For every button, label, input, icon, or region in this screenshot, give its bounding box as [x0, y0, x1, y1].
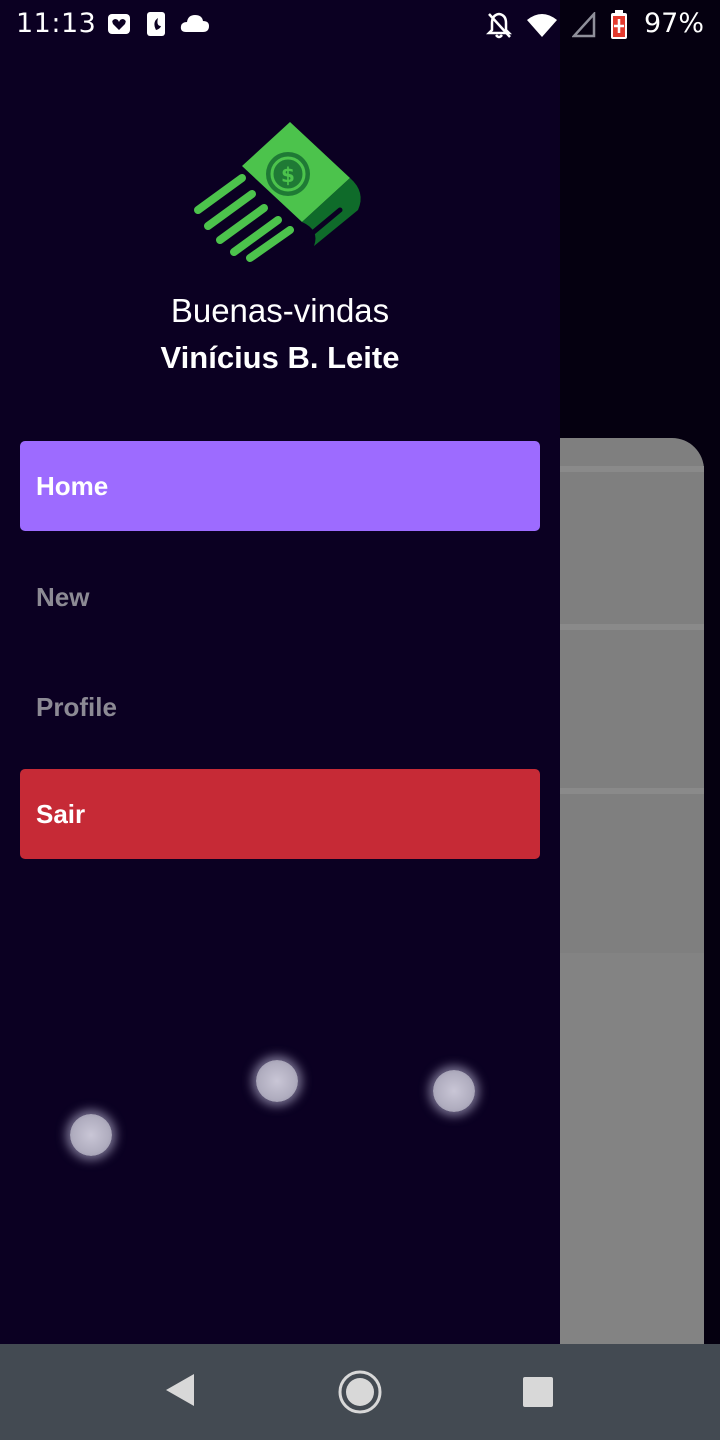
menu-item-new[interactable]: New	[20, 552, 540, 642]
money-bill-logo: $	[194, 122, 361, 262]
touch-indicator	[433, 1070, 475, 1112]
clock-app-icon	[147, 12, 165, 36]
menu-item-sair[interactable]: Sair	[20, 769, 540, 859]
wifi-icon	[527, 14, 557, 37]
cloud-icon	[180, 15, 209, 32]
heart-app-icon	[108, 14, 130, 34]
touch-indicator	[256, 1060, 298, 1102]
status-time: 11:13	[16, 8, 97, 39]
status-bar: 11:13 97%	[0, 0, 720, 50]
battery-icon	[611, 10, 627, 39]
back-triangle-icon[interactable]	[162, 1370, 198, 1410]
svg-text:$: $	[281, 163, 295, 187]
menu-item-label: Home	[36, 470, 109, 501]
signal-icon	[572, 12, 596, 38]
navigation-drawer: $ Buenas-vindas Vinícius B. Leite Home N…	[0, 0, 560, 1344]
system-nav-bar	[0, 1344, 720, 1440]
menu-item-home[interactable]: Home	[20, 441, 540, 531]
bell-off-icon	[486, 12, 512, 39]
home-circle-icon[interactable]	[336, 1368, 384, 1416]
menu-item-label: Profile	[36, 691, 117, 722]
user-name: Vinícius B. Leite	[160, 340, 400, 375]
battery-percentage: 97%	[643, 8, 704, 39]
greeting-text: Buenas-vindas	[170, 292, 390, 329]
menu-item-label: Sair	[36, 798, 86, 829]
menu-item-profile[interactable]: Profile	[20, 662, 540, 752]
menu-item-label: New	[36, 581, 90, 612]
recents-square-icon[interactable]	[520, 1374, 556, 1410]
touch-indicator	[70, 1114, 112, 1156]
